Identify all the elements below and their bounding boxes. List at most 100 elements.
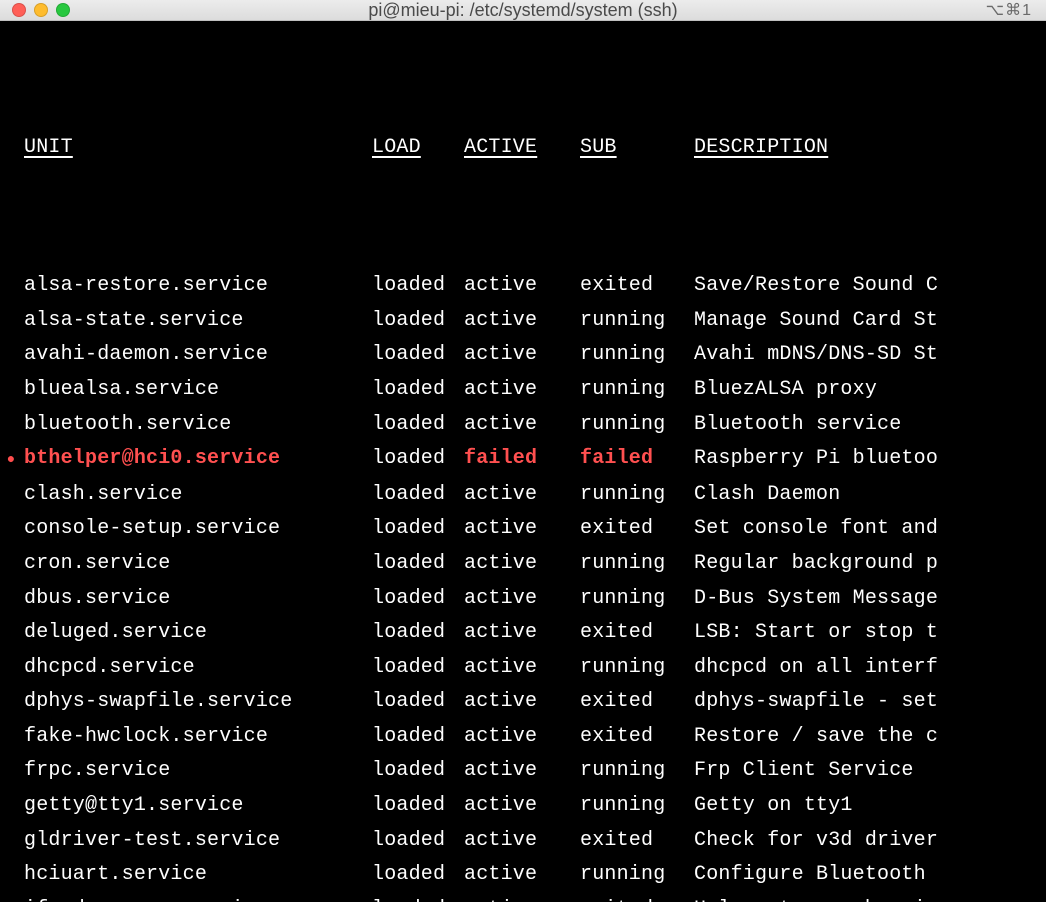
cell-active: active: [464, 269, 580, 304]
cell-load: loaded: [372, 442, 464, 477]
cell-active: active: [464, 338, 580, 373]
service-row: gldriver-test.serviceloadedactiveexitedC…: [4, 824, 1042, 859]
cell-unit: bluealsa.service: [24, 373, 372, 408]
cell-load: loaded: [372, 616, 464, 651]
cell-active: failed: [464, 442, 580, 477]
service-row: alsa-restore.serviceloadedactiveexitedSa…: [4, 269, 1042, 304]
cell-desc: Check for v3d driver: [694, 824, 1042, 859]
service-row: fake-hwclock.serviceloadedactiveexitedRe…: [4, 720, 1042, 755]
service-row: deluged.serviceloadedactiveexitedLSB: St…: [4, 616, 1042, 651]
cell-active: active: [464, 547, 580, 582]
cell-unit: hciuart.service: [24, 858, 372, 893]
service-row: alsa-state.serviceloadedactiverunningMan…: [4, 304, 1042, 339]
cell-desc: D-Bus System Message: [694, 582, 1042, 617]
minimize-button[interactable]: [34, 3, 48, 17]
cell-load: loaded: [372, 269, 464, 304]
cell-load: loaded: [372, 408, 464, 443]
cell-sub: running: [580, 338, 694, 373]
cell-sub: exited: [580, 512, 694, 547]
service-row: bluetooth.serviceloadedactiverunningBlue…: [4, 408, 1042, 443]
service-row: hciuart.serviceloadedactiverunningConfig…: [4, 858, 1042, 893]
cell-unit: cron.service: [24, 547, 372, 582]
cell-load: loaded: [372, 754, 464, 789]
cell-active: active: [464, 685, 580, 720]
cell-desc: Restore / save the c: [694, 720, 1042, 755]
cell-sub: exited: [580, 824, 694, 859]
cell-unit: frpc.service: [24, 754, 372, 789]
cell-load: loaded: [372, 338, 464, 373]
cell-sub: running: [580, 651, 694, 686]
cell-desc: Helper to synchroniz: [694, 893, 1042, 902]
cell-active: active: [464, 720, 580, 755]
cell-sub: running: [580, 373, 694, 408]
cell-unit: gldriver-test.service: [24, 824, 372, 859]
terminal-window: pi@mieu-pi: /etc/systemd/system (ssh) ⌥⌘…: [0, 0, 1046, 902]
cell-load: loaded: [372, 685, 464, 720]
zoom-button[interactable]: [56, 3, 70, 17]
service-row: cron.serviceloadedactiverunningRegular b…: [4, 547, 1042, 582]
cell-sub: running: [580, 858, 694, 893]
cell-desc: dphys-swapfile - set: [694, 685, 1042, 720]
cell-load: loaded: [372, 651, 464, 686]
cell-unit: bthelper@hci0.service: [24, 442, 372, 477]
close-button[interactable]: [12, 3, 26, 17]
cell-active: active: [464, 858, 580, 893]
cell-desc: Set console font and: [694, 512, 1042, 547]
cell-load: loaded: [372, 373, 464, 408]
window-title: pi@mieu-pi: /etc/systemd/system (ssh): [0, 0, 1046, 21]
cell-load: loaded: [372, 789, 464, 824]
cell-load: loaded: [372, 582, 464, 617]
cell-desc: Frp Client Service: [694, 754, 1042, 789]
cell-unit: fake-hwclock.service: [24, 720, 372, 755]
col-load: LOAD: [372, 131, 464, 166]
col-active: ACTIVE: [464, 131, 580, 166]
cell-load: loaded: [372, 478, 464, 513]
cell-active: active: [464, 616, 580, 651]
col-unit: UNIT: [24, 131, 372, 166]
cell-active: active: [464, 893, 580, 902]
cell-active: active: [464, 373, 580, 408]
cell-load: loaded: [372, 893, 464, 902]
cell-load: loaded: [372, 547, 464, 582]
cell-active: active: [464, 824, 580, 859]
cell-unit: bluetooth.service: [24, 408, 372, 443]
service-row: bluealsa.serviceloadedactiverunningBluez…: [4, 373, 1042, 408]
cell-desc: BluezALSA proxy: [694, 373, 1042, 408]
cell-load: loaded: [372, 824, 464, 859]
service-row: bthelper@hci0.serviceloadedfailedfailedR…: [4, 442, 1042, 478]
cell-load: loaded: [372, 720, 464, 755]
col-sub: SUB: [580, 131, 694, 166]
col-description: DESCRIPTION: [694, 131, 1042, 166]
service-row: console-setup.serviceloadedactiveexitedS…: [4, 512, 1042, 547]
cell-desc: Manage Sound Card St: [694, 304, 1042, 339]
cell-desc: Save/Restore Sound C: [694, 269, 1042, 304]
cell-unit: getty@tty1.service: [24, 789, 372, 824]
cell-sub: running: [580, 582, 694, 617]
cell-sub: exited: [580, 685, 694, 720]
cell-sub: exited: [580, 720, 694, 755]
traffic-lights: [0, 3, 70, 17]
cell-desc: LSB: Start or stop t: [694, 616, 1042, 651]
cell-unit: avahi-daemon.service: [24, 338, 372, 373]
cell-unit: ifupdown-pre.service: [24, 893, 372, 902]
cell-sub: running: [580, 789, 694, 824]
cell-sub: running: [580, 754, 694, 789]
cell-load: loaded: [372, 512, 464, 547]
cell-active: active: [464, 512, 580, 547]
status-bullet-failed-icon: [4, 442, 18, 478]
cell-unit: dhcpcd.service: [24, 651, 372, 686]
cell-unit: dbus.service: [24, 582, 372, 617]
cell-sub: running: [580, 478, 694, 513]
terminal-body[interactable]: UNIT LOAD ACTIVE SUB DESCRIPTION alsa-re…: [0, 21, 1046, 902]
service-row: dphys-swapfile.serviceloadedactiveexited…: [4, 685, 1042, 720]
cell-desc: Clash Daemon: [694, 478, 1042, 513]
cell-unit: alsa-restore.service: [24, 269, 372, 304]
cell-load: loaded: [372, 304, 464, 339]
cell-unit: alsa-state.service: [24, 304, 372, 339]
cell-desc: Getty on tty1: [694, 789, 1042, 824]
cell-unit: console-setup.service: [24, 512, 372, 547]
service-row: dbus.serviceloadedactiverunningD-Bus Sys…: [4, 582, 1042, 617]
cell-unit: clash.service: [24, 478, 372, 513]
cell-desc: Bluetooth service: [694, 408, 1042, 443]
cell-active: active: [464, 478, 580, 513]
